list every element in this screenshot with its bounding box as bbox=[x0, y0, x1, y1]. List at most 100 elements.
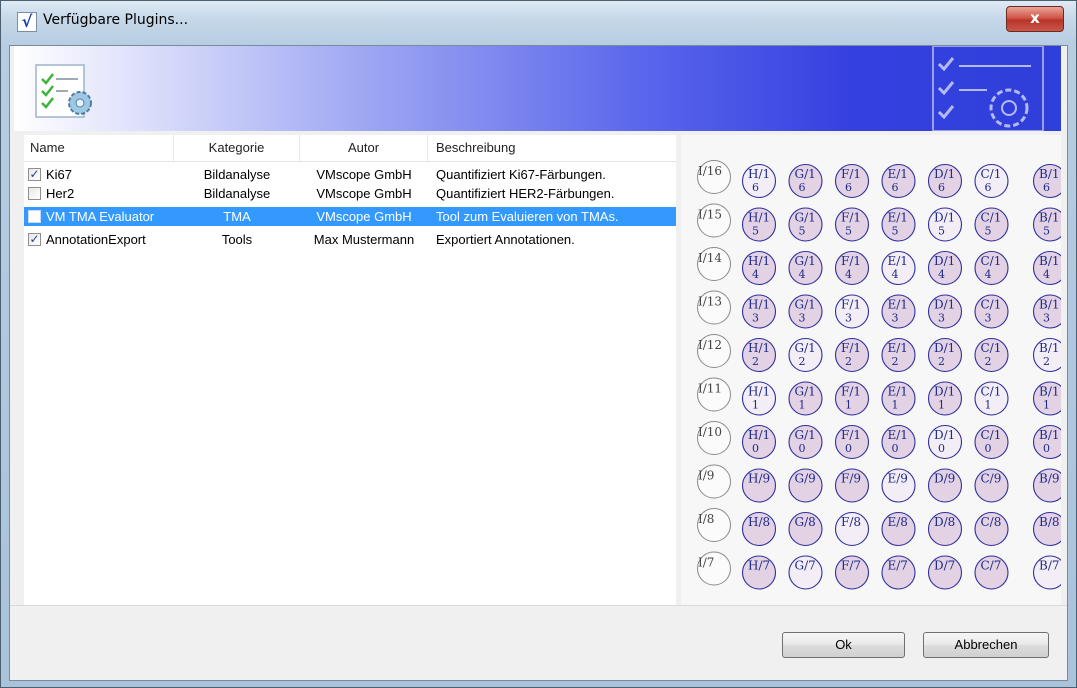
enable-checkbox[interactable] bbox=[28, 210, 41, 223]
tma-core-label: B/1 bbox=[1039, 385, 1060, 399]
tma-core-label-digit: 3 bbox=[985, 312, 992, 325]
enable-checkbox[interactable]: ✓ bbox=[28, 233, 41, 246]
tma-core-label: F/7 bbox=[841, 559, 861, 573]
plugin-description: Tool zum Evaluieren von TMAs. bbox=[436, 209, 619, 224]
list-item[interactable]: ✓ Ki67 Bildanalyse VMscope GmbH Quantifi… bbox=[24, 165, 676, 184]
tma-core-label: H/1 bbox=[748, 298, 770, 312]
tma-core-label-digit: 2 bbox=[799, 355, 806, 368]
tma-core-label: H/1 bbox=[748, 254, 770, 268]
tma-core-label: C/7 bbox=[981, 559, 1002, 573]
plugin-name: VM TMA Evaluator bbox=[46, 209, 155, 224]
plugin-settings-icon bbox=[35, 64, 92, 118]
list-header: Name Kategorie Autor Beschreibung bbox=[24, 135, 676, 162]
plugin-name: Her2 bbox=[46, 186, 75, 201]
tma-core-label-digit: 3 bbox=[752, 312, 759, 325]
ok-button[interactable]: Ok bbox=[782, 632, 905, 658]
plugin-list[interactable]: Name Kategorie Autor Beschreibung ✓ Ki67… bbox=[24, 135, 676, 605]
tma-core-label: H/1 bbox=[748, 167, 770, 181]
column-header-author[interactable]: Autor bbox=[300, 135, 428, 161]
tma-core-label: D/1 bbox=[934, 428, 955, 442]
tma-core-label: B/8 bbox=[1039, 515, 1060, 529]
title-bar[interactable]: √ Verfügbare Plugins... x bbox=[1, 1, 1076, 45]
plugin-category: Bildanalyse bbox=[203, 186, 271, 201]
plugin-category: Bildanalyse bbox=[203, 167, 271, 182]
plugin-author: VMscope GmbH bbox=[316, 209, 412, 224]
tma-core-label-digit: 5 bbox=[1043, 225, 1050, 238]
tma-core-label-digit: 4 bbox=[799, 268, 806, 281]
tma-core-label: F/1 bbox=[841, 254, 861, 268]
column-header-name[interactable]: Name bbox=[24, 135, 174, 161]
tma-core-label: H/1 bbox=[748, 385, 770, 399]
tma-core-label-digit: 0 bbox=[752, 442, 759, 455]
tma-core-label-digit: 5 bbox=[799, 225, 806, 238]
tma-core-label: D/1 bbox=[934, 385, 955, 399]
tma-core-label: F/1 bbox=[841, 428, 861, 442]
cancel-button[interactable]: Abbrechen bbox=[923, 632, 1049, 658]
tma-core-label: C/8 bbox=[981, 515, 1002, 529]
tma-core-label-digit: 1 bbox=[1043, 399, 1050, 412]
tma-row-label: I/9 bbox=[698, 469, 714, 483]
column-header-category[interactable]: Kategorie bbox=[174, 135, 300, 161]
tma-core-label: G/1 bbox=[795, 385, 816, 399]
tma-core-label: E/7 bbox=[888, 559, 908, 573]
tma-core-label: F/1 bbox=[841, 385, 861, 399]
column-header-description[interactable]: Beschreibung bbox=[428, 135, 676, 161]
tma-core-label: E/1 bbox=[888, 211, 908, 225]
tma-core-label: G/8 bbox=[795, 515, 816, 529]
tma-core-label-digit: 3 bbox=[799, 312, 806, 325]
tma-core-label: D/1 bbox=[934, 254, 955, 268]
tma-row-label: I/14 bbox=[698, 251, 722, 265]
plugin-settings-watermark-icon bbox=[932, 46, 1044, 131]
header-banner bbox=[14, 46, 1061, 131]
close-button[interactable]: x bbox=[1006, 6, 1064, 32]
footer-divider bbox=[10, 605, 1067, 606]
tma-core-label: B/1 bbox=[1039, 341, 1060, 355]
tma-row-label: I/15 bbox=[698, 208, 722, 222]
tma-core-label: B/1 bbox=[1039, 167, 1060, 181]
plugin-description: Quantifiziert Ki67-Färbungen. bbox=[436, 167, 606, 182]
tma-core-label: C/1 bbox=[981, 167, 1002, 181]
tma-core-label-digit: 3 bbox=[892, 312, 899, 325]
tma-core-label-digit: 2 bbox=[752, 355, 759, 368]
list-item[interactable]: Her2 Bildanalyse VMscope GmbH Quantifizi… bbox=[24, 184, 676, 203]
plugin-dialog: √ Verfügbare Plugins... x Name Kategorie… bbox=[0, 0, 1077, 688]
tma-core-label: C/1 bbox=[981, 211, 1002, 225]
tma-core-label: D/8 bbox=[934, 515, 955, 529]
tma-core-label-digit: 2 bbox=[985, 355, 992, 368]
tma-core-label-digit: 4 bbox=[938, 268, 945, 281]
plugin-description: Quantifiziert HER2-Färbungen. bbox=[436, 186, 615, 201]
plugin-author: Max Mustermann bbox=[313, 232, 415, 247]
tma-core-label-digit: 1 bbox=[985, 399, 992, 412]
tma-core-label: C/1 bbox=[981, 428, 1002, 442]
tma-core-label: B/1 bbox=[1039, 211, 1060, 225]
checkmark-icon: √ bbox=[17, 12, 37, 32]
tma-core-label-digit: 2 bbox=[1043, 355, 1050, 368]
enable-checkbox[interactable]: ✓ bbox=[28, 168, 41, 181]
tma-core-label-digit: 5 bbox=[752, 225, 759, 238]
tma-core-label: C/9 bbox=[981, 472, 1002, 486]
tma-core-label: D/1 bbox=[934, 341, 955, 355]
list-item-selected[interactable]: VM TMA Evaluator TMA VMscope GmbH Tool z… bbox=[24, 207, 676, 226]
tma-core-label: G/7 bbox=[795, 559, 816, 573]
tma-core-label: B/1 bbox=[1039, 428, 1060, 442]
tma-core-label: F/1 bbox=[841, 341, 861, 355]
tma-core-label-digit: 2 bbox=[845, 355, 852, 368]
plugin-author: VMscope GmbH bbox=[316, 186, 412, 201]
tma-core-label-digit: 2 bbox=[938, 355, 945, 368]
list-item[interactable]: ✓ AnnotationExport Tools Max Mustermann … bbox=[24, 230, 676, 249]
tma-core-label: F/9 bbox=[841, 472, 861, 486]
tma-core-label: D/9 bbox=[934, 472, 955, 486]
tma-core-label: B/9 bbox=[1039, 472, 1060, 486]
tma-core-label: G/9 bbox=[795, 472, 816, 486]
plugin-author: VMscope GmbH bbox=[316, 167, 412, 182]
enable-checkbox[interactable] bbox=[28, 187, 41, 200]
tma-core-label: C/1 bbox=[981, 298, 1002, 312]
tma-core-label-digit: 3 bbox=[938, 312, 945, 325]
tma-core-label-digit: 0 bbox=[1043, 442, 1050, 455]
tma-core-label: G/1 bbox=[795, 254, 816, 268]
tma-core-label-digit: 4 bbox=[845, 268, 852, 281]
plugin-name: AnnotationExport bbox=[46, 232, 146, 247]
tma-core-label: E/1 bbox=[888, 385, 908, 399]
tma-core-label-digit: 4 bbox=[1043, 268, 1050, 281]
tma-core-label: H/1 bbox=[748, 341, 770, 355]
